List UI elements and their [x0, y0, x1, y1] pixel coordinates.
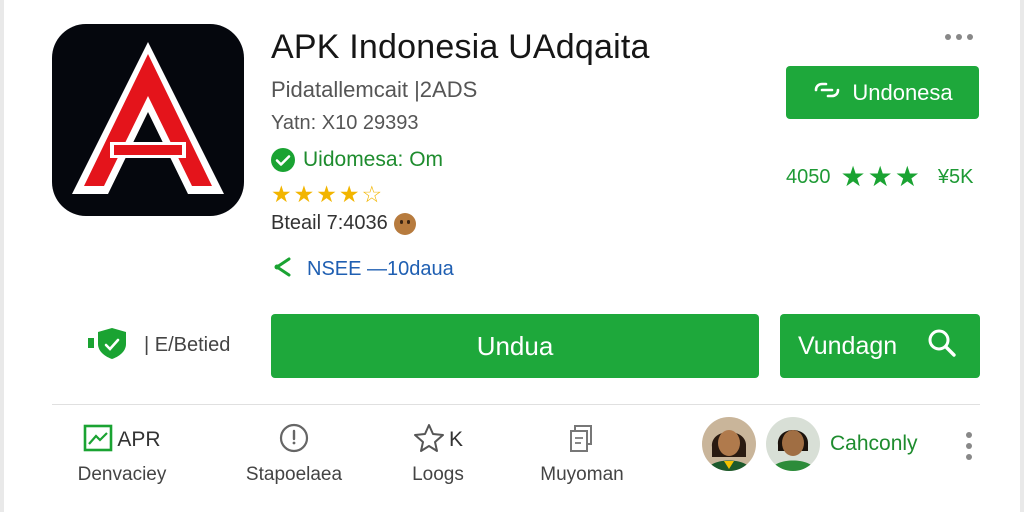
stats-stars: ★★★ — [840, 161, 922, 192]
star-icon: ★ — [840, 161, 868, 192]
app-title: APK Indonesia UAdqaita — [271, 28, 650, 66]
search-icon — [926, 327, 958, 366]
shield-icon — [88, 326, 130, 365]
badge-label: | E/Betied — [144, 334, 231, 356]
tab-label: Denvaciey — [77, 464, 167, 485]
more-vertical-icon[interactable] — [966, 432, 972, 460]
clock-icon — [278, 422, 310, 459]
star-icon: ★ — [338, 181, 360, 207]
avatar[interactable] — [702, 417, 756, 471]
tab-copy[interactable]: Muyoman — [530, 424, 634, 486]
link-icon — [812, 79, 842, 107]
more-horizontal-icon[interactable] — [945, 34, 973, 40]
app-page: APK Indonesia UAdqaita Pidatallemcait |2… — [0, 0, 1024, 512]
tab-head-label: APR — [117, 428, 161, 451]
badge-row: | E/Betied — [88, 326, 230, 365]
app-version: Yatn: X10 29393 — [271, 112, 419, 134]
share-label[interactable]: NSEE —10daua — [307, 258, 454, 281]
verified-check-icon — [271, 148, 295, 172]
tab-head — [530, 424, 634, 456]
stats-row: 4050 ★★★ ¥5K — [786, 161, 974, 192]
tab-developer[interactable]: APR Denvaciey — [62, 424, 182, 486]
detail-label: Bteail 7:4036 — [271, 212, 388, 234]
share-icon[interactable] — [271, 255, 295, 284]
search-button-label: Vundagn — [798, 331, 898, 360]
star-icon — [413, 423, 445, 458]
star-icon: ★ — [316, 181, 337, 207]
install-button[interactable]: Undonesa — [786, 66, 979, 119]
rating-stars: ★ ★ ★ ★ ☆ — [271, 182, 382, 206]
divider — [52, 404, 980, 405]
search-button[interactable]: Vundagn — [780, 314, 980, 378]
tab-stats[interactable]: Stapoelaea — [238, 422, 350, 486]
avatar[interactable] — [766, 417, 820, 471]
tab-label: Muyoman — [540, 464, 624, 485]
copy-icon — [565, 422, 599, 459]
app-logo-icon — [52, 24, 244, 216]
star-icon: ★ — [271, 181, 292, 207]
tab-head: K — [398, 423, 478, 458]
community-label[interactable]: Cahconly — [830, 432, 918, 456]
detail-row: Bteail 7:4036 — [271, 212, 416, 235]
stats-size: ¥5K — [937, 165, 974, 188]
tab-head-label: K — [448, 428, 463, 451]
install-button-label: Undonesa — [852, 79, 953, 105]
image-icon — [83, 424, 113, 457]
share-row[interactable]: NSEE —10daua — [271, 255, 454, 284]
tab-label: Loogs — [412, 464, 464, 485]
star-outline-icon: ☆ — [361, 181, 383, 207]
star-icon: ★ — [894, 161, 922, 192]
verified-label: Uidomesa: Om — [303, 148, 444, 171]
star-icon: ★ — [293, 181, 315, 207]
app-developer[interactable]: Pidatallemcait |2ADS — [271, 77, 477, 103]
stats-count: 4050 — [786, 165, 831, 188]
tab-head — [238, 422, 350, 459]
tab-logs[interactable]: K Loogs — [398, 423, 478, 486]
verified-row: Uidomesa: Om — [271, 148, 443, 172]
download-button-label: Undua — [476, 330, 554, 361]
face-emoji-icon — [393, 212, 416, 235]
download-button[interactable]: Undua — [271, 314, 759, 378]
tab-label: Stapoelaea — [245, 464, 343, 485]
tab-head: APR — [62, 424, 182, 456]
star-icon: ★ — [867, 161, 895, 192]
